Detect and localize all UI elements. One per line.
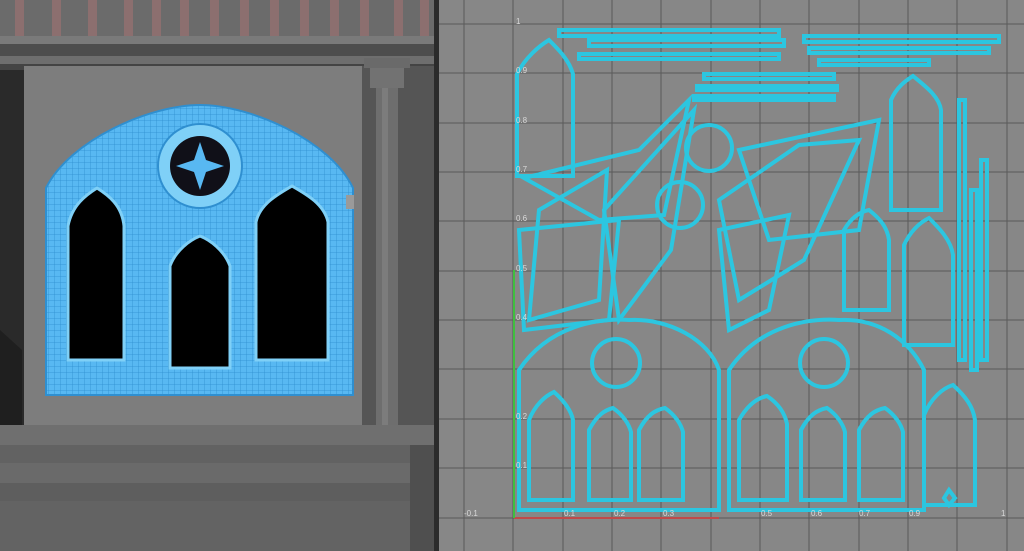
uv-editor-panel[interactable]: -0.1 0.1 0.2 0.3 0.5 0.6 0.7 0.9 1 1 0.9… bbox=[439, 0, 1024, 551]
maya-window: -0.1 0.1 0.2 0.3 0.5 0.6 0.7 0.9 1 1 0.9… bbox=[0, 0, 1024, 551]
y-tick: 0.4 bbox=[516, 313, 528, 322]
x-tick: 0.1 bbox=[564, 509, 576, 518]
x-tick: 0.6 bbox=[811, 509, 823, 518]
x-tick: 0.7 bbox=[859, 509, 871, 518]
perspective-viewport[interactable] bbox=[0, 0, 434, 551]
uv-grid[interactable]: -0.1 0.1 0.2 0.3 0.5 0.6 0.7 0.9 1 1 0.9… bbox=[439, 0, 1024, 551]
x-tick: -0.1 bbox=[464, 509, 478, 518]
y-tick: 0.5 bbox=[516, 264, 528, 273]
y-tick: 0.6 bbox=[516, 214, 528, 223]
y-tick: 0.7 bbox=[516, 165, 528, 174]
viewport-scene bbox=[0, 0, 434, 551]
manipulator-handle[interactable] bbox=[346, 195, 354, 209]
x-tick: 1 bbox=[1001, 509, 1006, 518]
x-tick: 0.5 bbox=[761, 509, 773, 518]
window-mesh[interactable] bbox=[45, 103, 354, 396]
y-tick: 0.1 bbox=[516, 461, 528, 470]
x-tick: 0.3 bbox=[663, 509, 675, 518]
x-tick: 0.2 bbox=[614, 509, 626, 518]
x-tick: 0.9 bbox=[909, 509, 921, 518]
y-tick: 0.8 bbox=[516, 116, 528, 125]
y-tick: 0.2 bbox=[516, 412, 528, 421]
y-tick: 1 bbox=[516, 17, 521, 26]
y-tick: 0.9 bbox=[516, 66, 528, 75]
